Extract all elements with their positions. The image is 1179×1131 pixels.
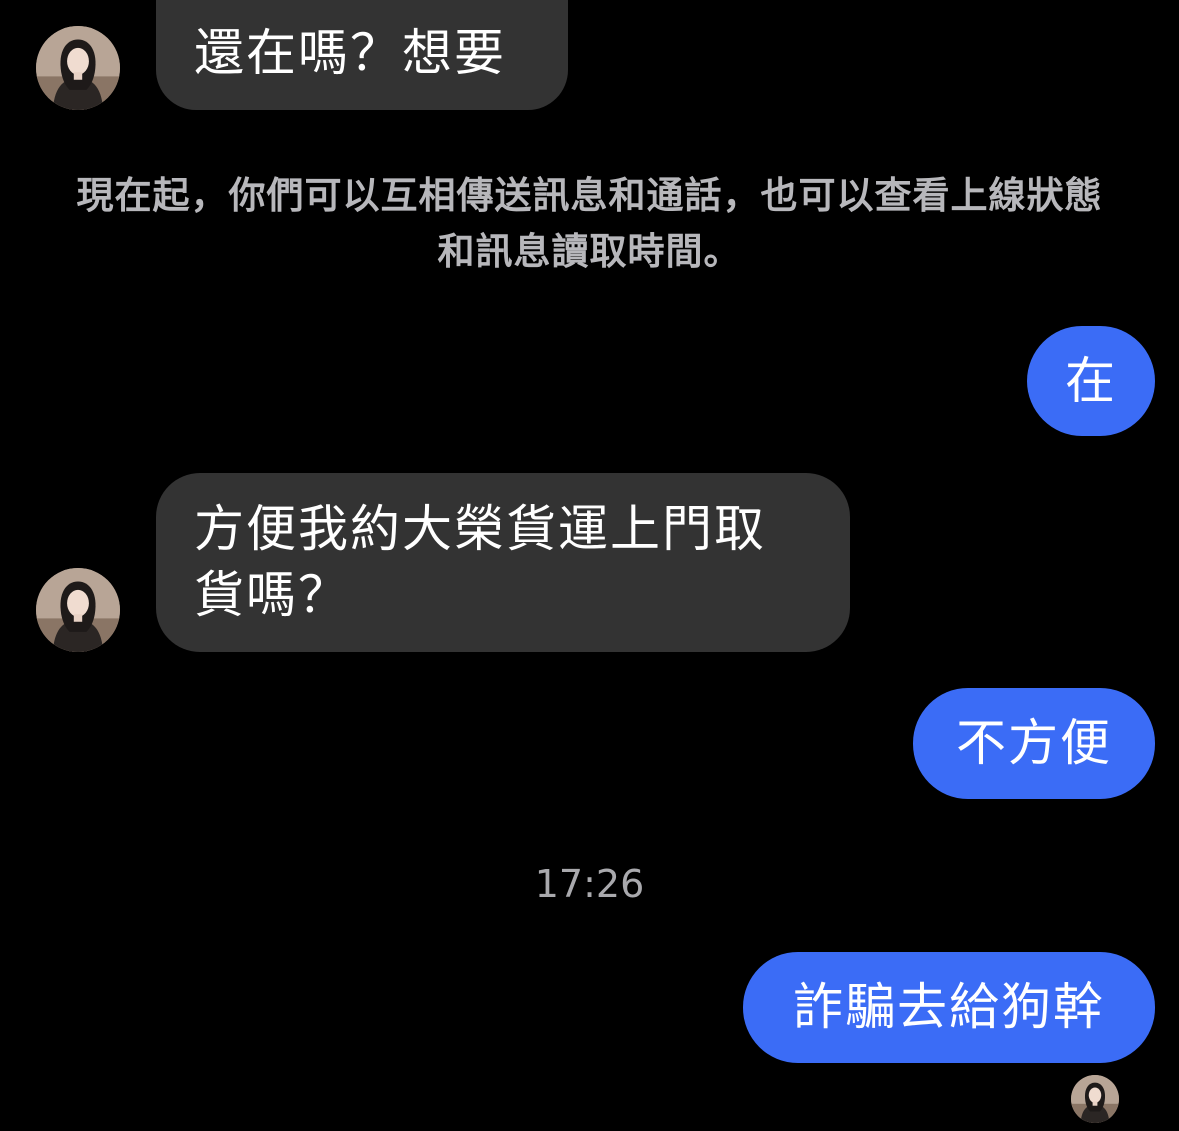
message-bubble-incoming[interactable]: 還在嗎？想要 (156, 0, 568, 110)
read-receipt-avatar (1071, 1075, 1119, 1123)
message-bubble-outgoing[interactable]: 在 (1027, 326, 1155, 436)
message-bubble-outgoing[interactable]: 不方便 (913, 688, 1155, 799)
message-text: 在 (1065, 352, 1117, 410)
contact-avatar[interactable] (36, 568, 120, 652)
message-text: 方便我約大榮貨運上門取貨嗎？ (194, 500, 766, 624)
message-bubble-outgoing[interactable]: 詐騙去給狗幹 (743, 952, 1155, 1063)
message-text: 還在嗎？想要 (194, 24, 506, 82)
message-text: 詐騙去給狗幹 (793, 978, 1105, 1036)
message-timestamp: 17:26 (534, 862, 645, 906)
system-notice: 現在起，你們可以互相傳送訊息和通話，也可以查看上線狀態和訊息讀取時間。 (76, 174, 1103, 273)
contact-avatar[interactable] (36, 26, 120, 110)
message-text: 不方便 (956, 714, 1112, 772)
message-bubble-incoming[interactable]: 方便我約大榮貨運上門取貨嗎？ (156, 473, 850, 652)
